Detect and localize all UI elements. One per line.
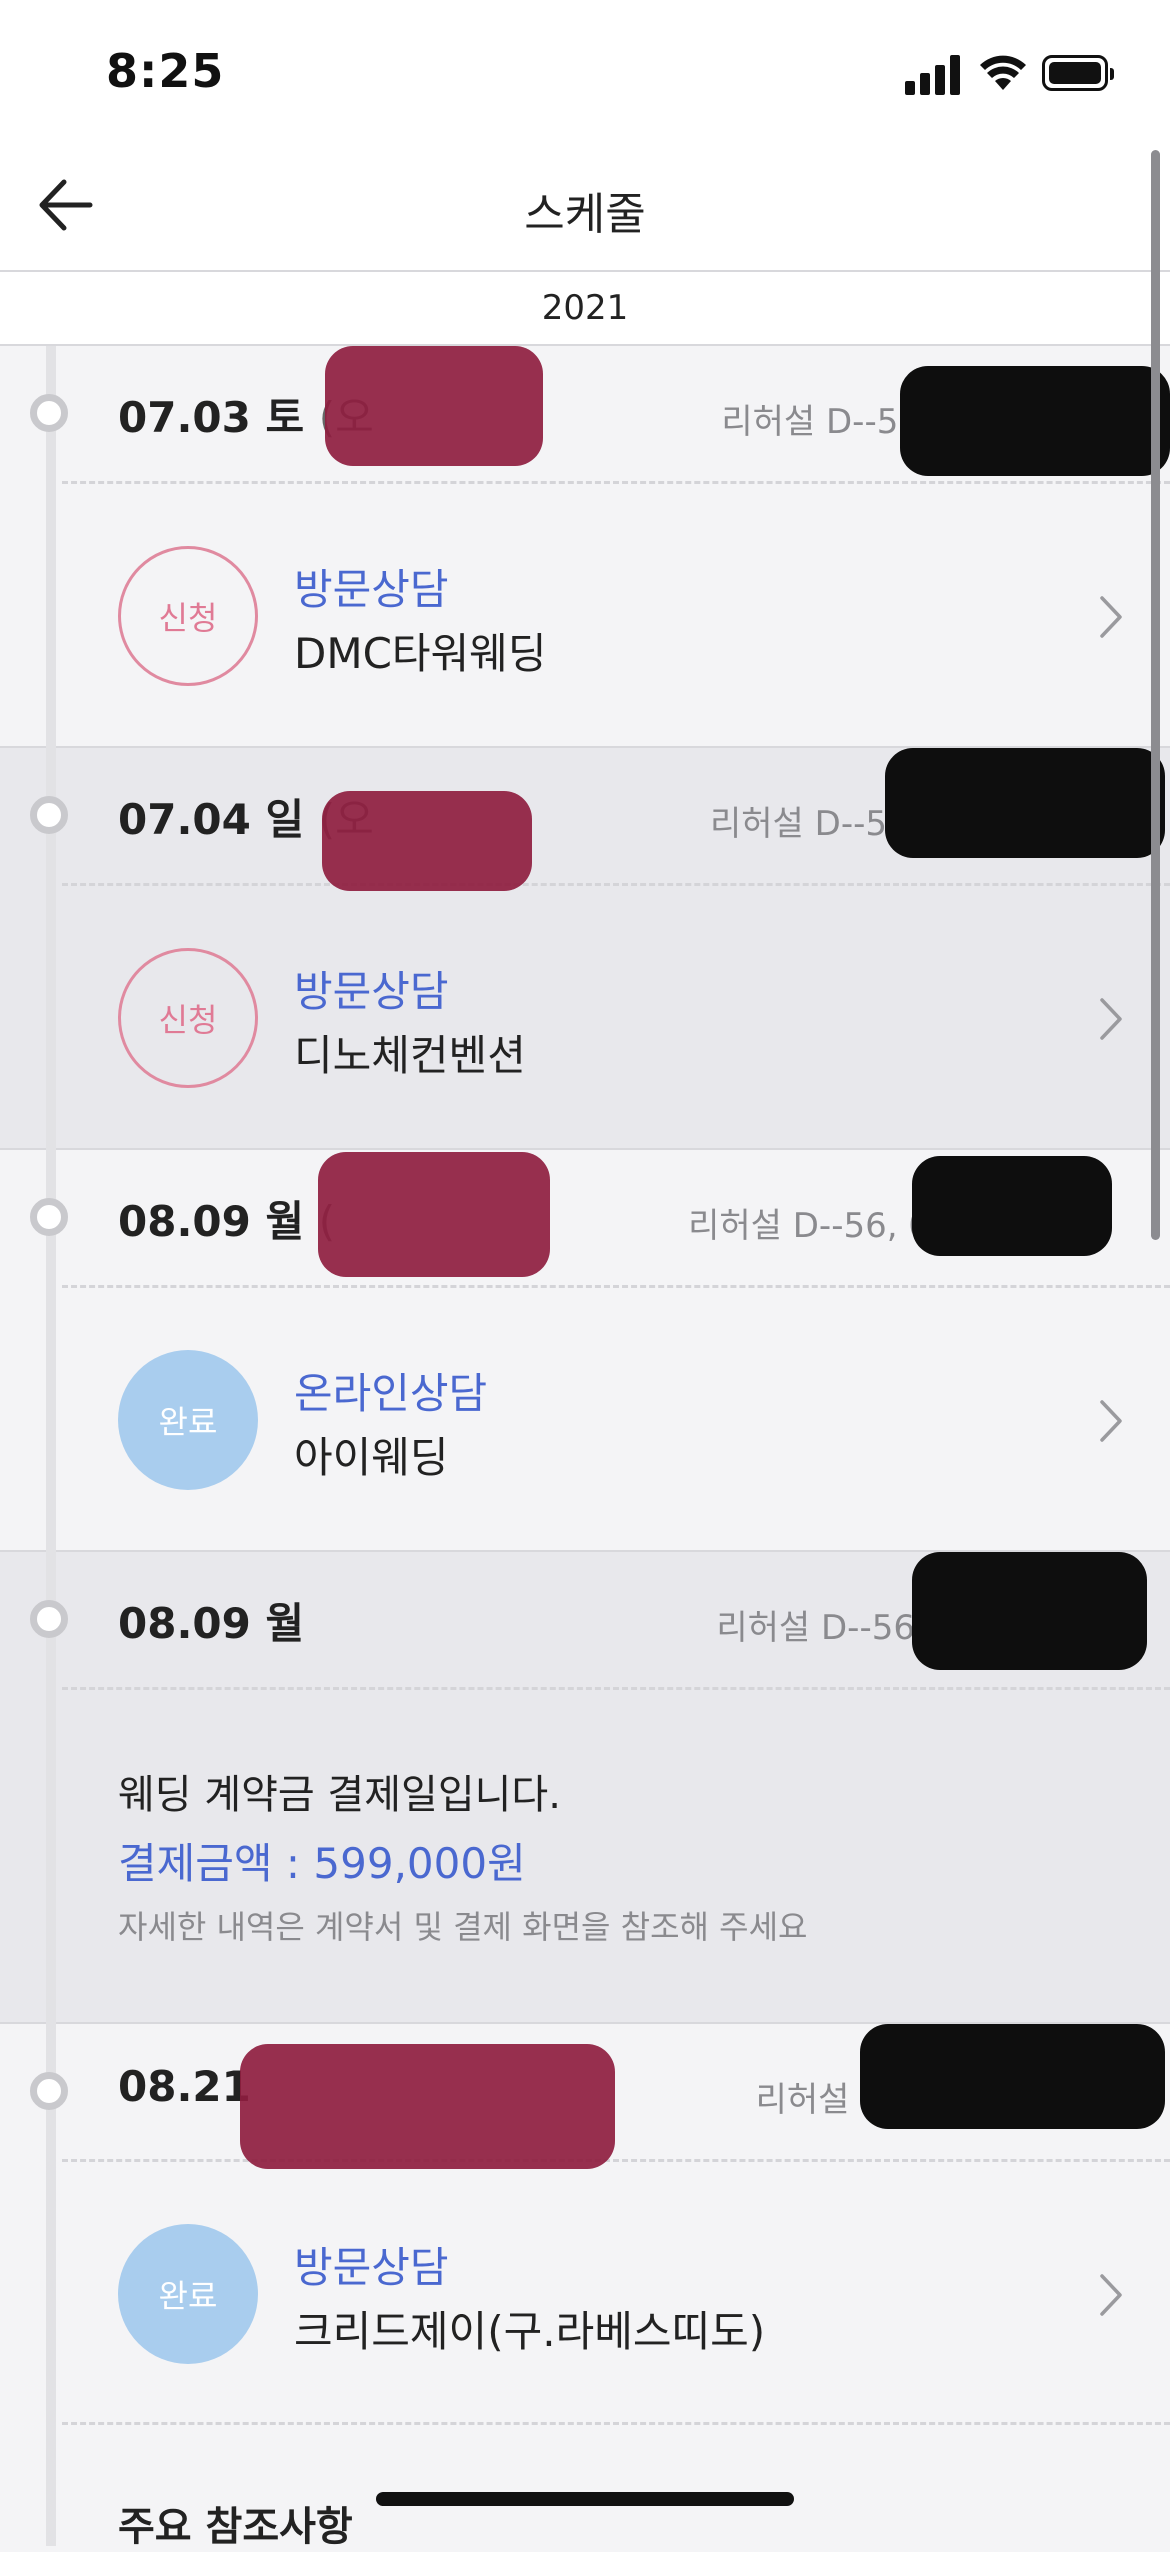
- venue-name: 크리드제이(구.라베스띠도): [294, 2307, 766, 2356]
- status-time: 8:25: [106, 44, 225, 98]
- consult-category: 방문상담: [294, 565, 449, 614]
- rehearsal-dday: 리허설 D--56: [721, 402, 920, 442]
- wifi-icon: [980, 55, 1026, 90]
- year-header: 2021: [0, 272, 1170, 346]
- status-badge: 신청: [118, 546, 258, 686]
- venue-name: 아이웨딩: [294, 1433, 449, 1482]
- redaction: [322, 791, 532, 891]
- scrollbar[interactable]: [1151, 150, 1160, 1240]
- timeline-dot: [30, 2072, 68, 2110]
- notice-title: 주요 참조사항: [118, 2504, 353, 2550]
- rehearsal-dday: 리허설 D--5: [710, 804, 887, 844]
- consult-category: 방문상담: [294, 967, 449, 1016]
- divider: [62, 481, 1170, 484]
- memo-note: 자세한 내역은 계약서 및 결제 화면을 참조해 주세요: [118, 1908, 808, 1946]
- redaction: [912, 1156, 1112, 1256]
- divider: [62, 883, 1170, 886]
- divider: [62, 2422, 1170, 2425]
- redaction: [885, 748, 1165, 858]
- nav-bar: 스케줄: [0, 140, 1170, 272]
- redaction: [900, 366, 1170, 476]
- redaction: [318, 1152, 550, 1277]
- home-indicator[interactable]: [376, 2492, 794, 2506]
- venue-name: 디노체컨벤션: [294, 1031, 526, 1080]
- schedule-entry: 08.09 월 리허설 D--56 웨딩 계약금 결제일입니다. 결제금액 : …: [0, 1552, 1170, 2024]
- status-badge: 신청: [118, 948, 258, 1088]
- consult-category: 방문상담: [294, 2243, 449, 2292]
- status-badge: 완료: [118, 2224, 258, 2364]
- divider: [62, 2159, 1170, 2162]
- redaction: [860, 2024, 1165, 2129]
- venue-name: DMC타워웨딩: [294, 629, 547, 678]
- page-title: 스케줄: [524, 189, 646, 240]
- redaction: [912, 1552, 1147, 1670]
- chevron-right-icon[interactable]: [1096, 996, 1126, 1042]
- consult-category: 온라인상담: [294, 1369, 488, 1418]
- schedule-entry: 08.09 월 ( 리허설 D--56, 0 완료 온라인상담 아이웨딩: [0, 1150, 1170, 1552]
- timeline-dot: [30, 796, 68, 834]
- status-bar: 8:25: [0, 0, 1170, 140]
- timeline-dot: [30, 1600, 68, 1638]
- timeline-dot: [30, 394, 68, 432]
- timeline-dot: [30, 1198, 68, 1236]
- cellular-signal-icon: [905, 55, 961, 95]
- entry-date: 08.09 월 (: [118, 1197, 335, 1246]
- timeline-line: [46, 346, 56, 2546]
- divider: [62, 1285, 1170, 1288]
- rehearsal-dday: 리허설 D--56, 0: [688, 1206, 930, 1246]
- memo-text: 웨딩 계약금 결제일입니다.: [118, 1772, 561, 1818]
- battery-icon: [1042, 55, 1114, 91]
- rehearsal-dday: 리허설 D--56: [716, 1608, 915, 1648]
- payment-amount: 결제금액 : 599,000원: [118, 1839, 526, 1888]
- divider: [62, 1687, 1170, 1690]
- chevron-right-icon[interactable]: [1096, 1398, 1126, 1444]
- redaction: [325, 346, 543, 466]
- schedule-entry: 07.03 토 (오 리허설 D--56 신청 방문상담 DMC타워웨딩: [0, 346, 1170, 748]
- redaction: [240, 2044, 615, 2169]
- schedule-entry: 07.04 일 (오 리허설 D--5 신청 방문상담 디노체컨벤션: [0, 748, 1170, 1150]
- entry-date: 08.09 월: [118, 1599, 305, 1648]
- entry-date: 08.21: [118, 2062, 251, 2111]
- schedule-entry: 08.21 리허설 D--56, 완료 방문상담 크리드제이(구.라베스띠도): [0, 2024, 1170, 2532]
- chevron-right-icon[interactable]: [1096, 2272, 1126, 2318]
- chevron-right-icon[interactable]: [1096, 594, 1126, 640]
- status-badge: 완료: [118, 1350, 258, 1490]
